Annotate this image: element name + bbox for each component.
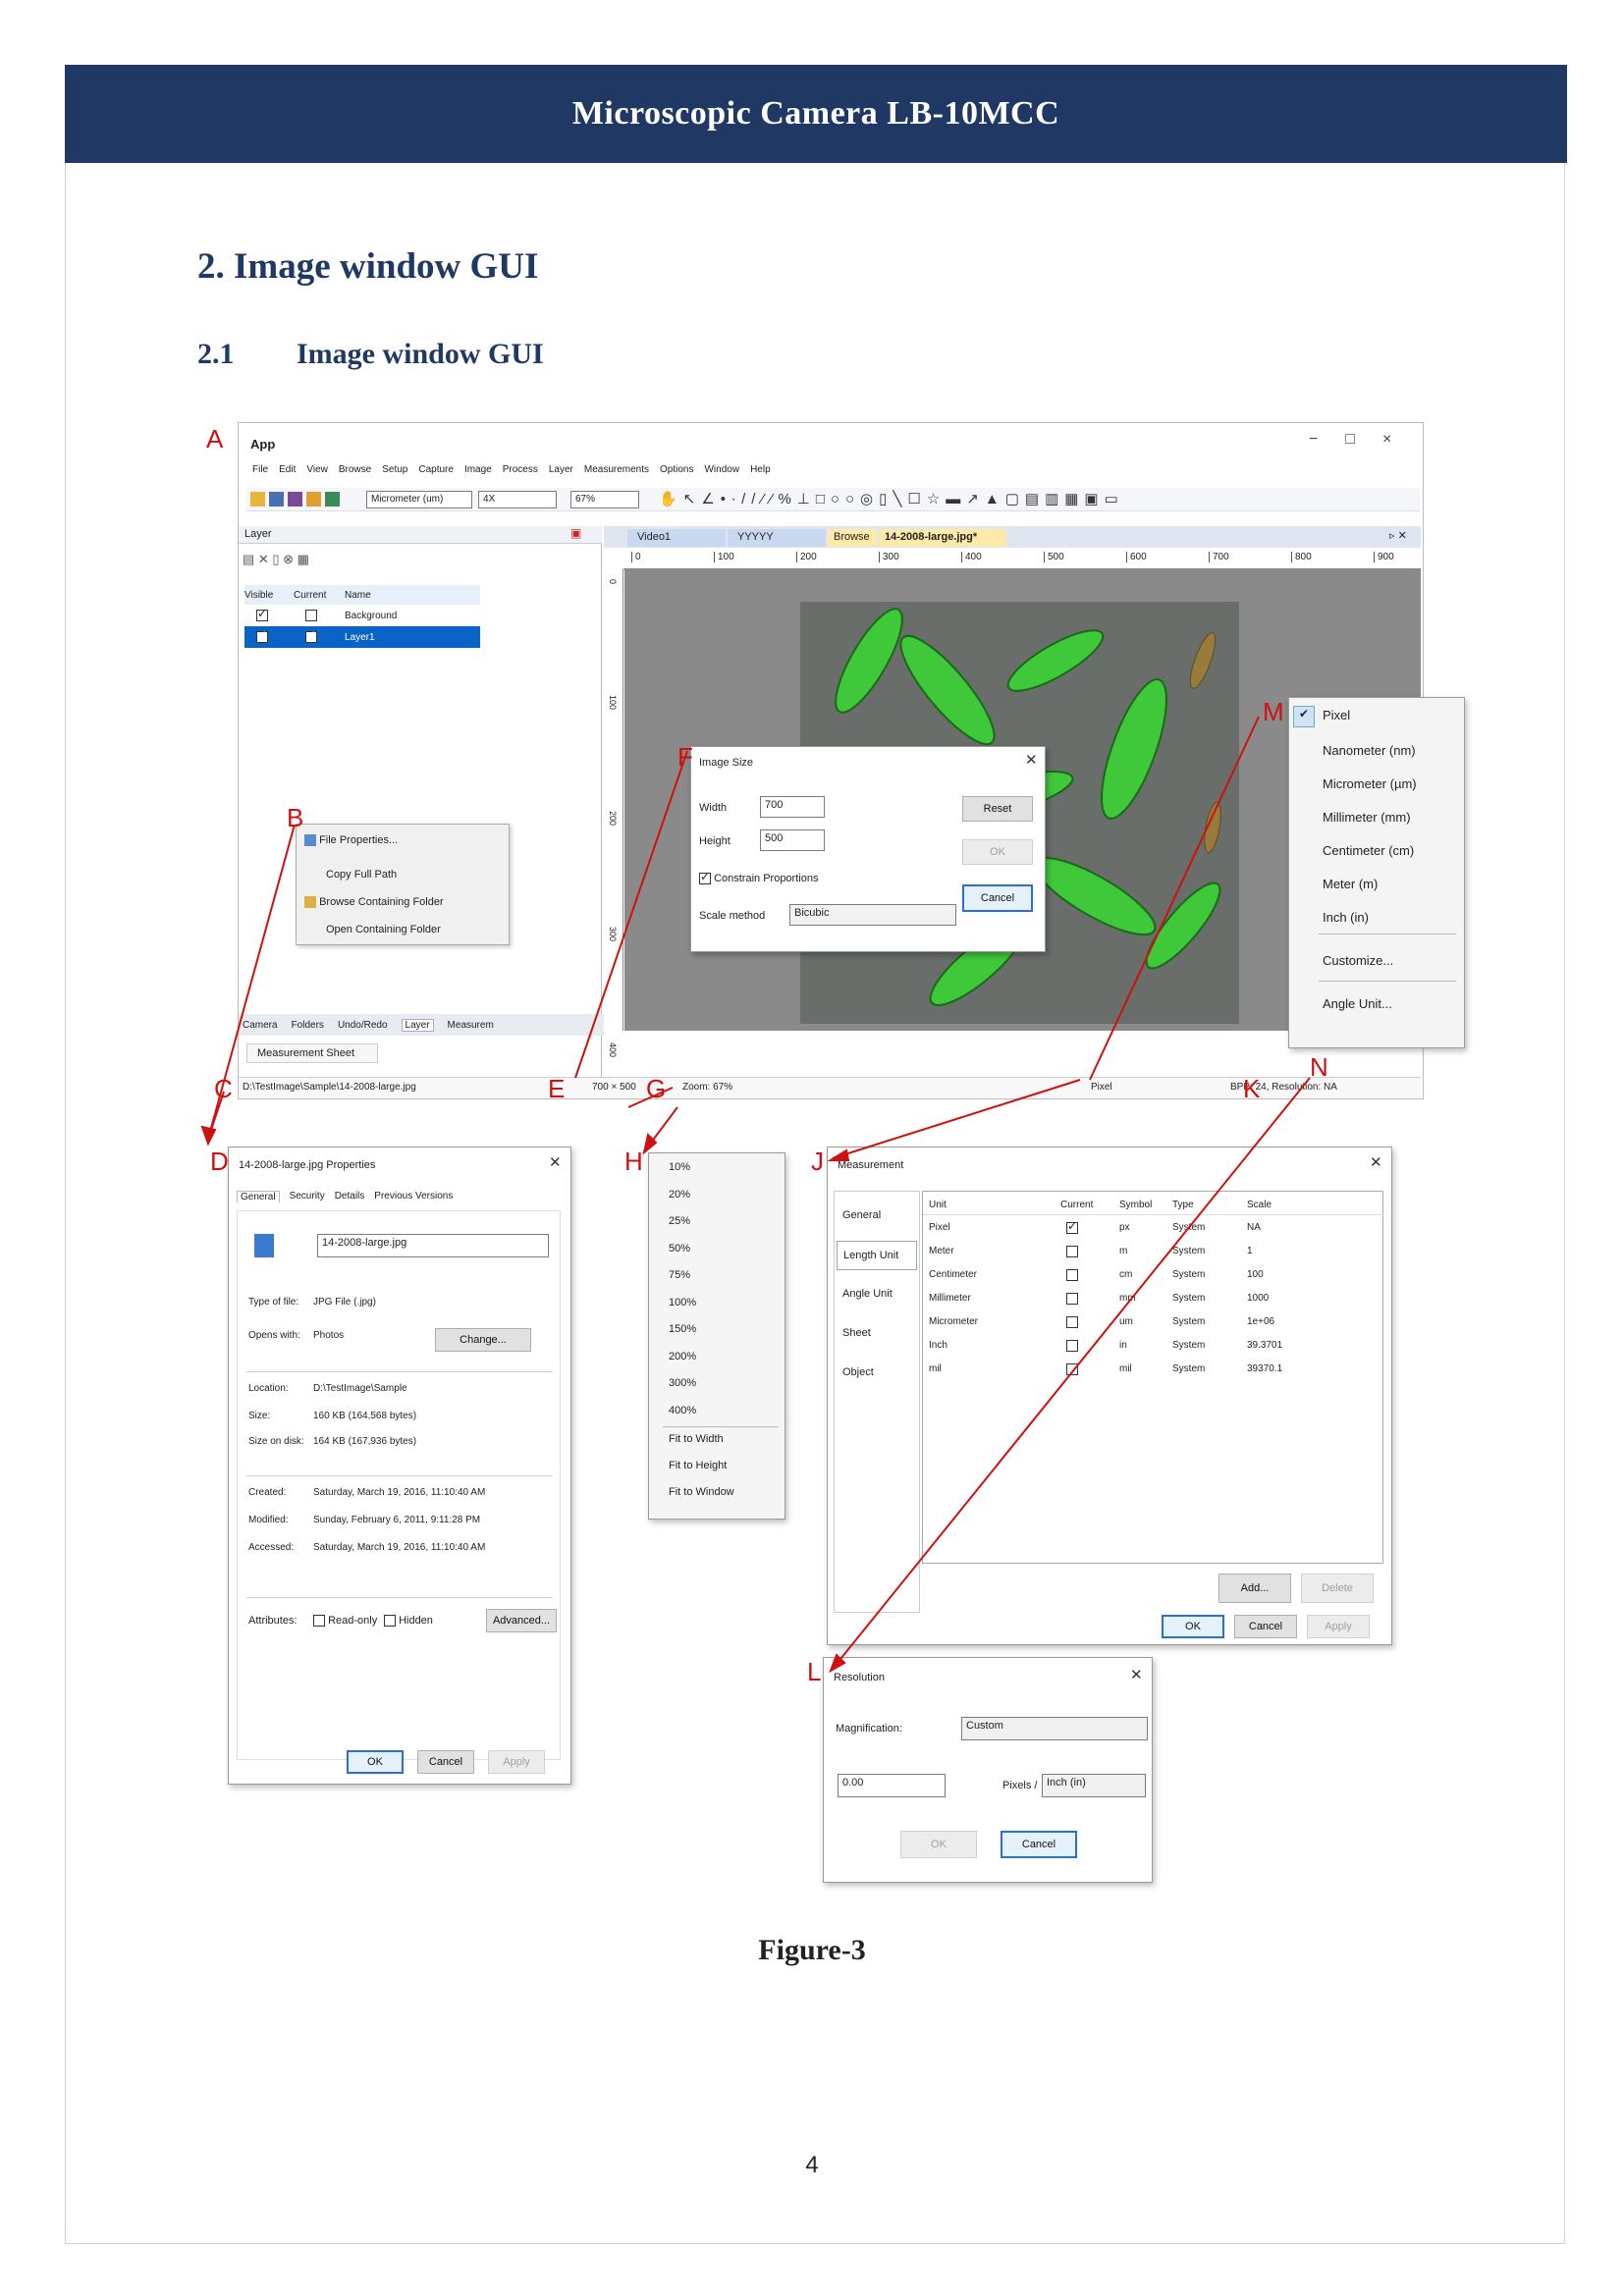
callout-line-m: [1089, 716, 1260, 1081]
page-number: 4: [805, 2152, 819, 2178]
label-m: M: [1263, 697, 1284, 726]
arrow-head: [827, 1148, 850, 1161]
label-f: F: [677, 742, 693, 772]
label-l: L: [807, 1657, 822, 1686]
callout-line-f: [574, 750, 688, 1079]
callout-line-n: [832, 1077, 1311, 1670]
label-j: J: [811, 1147, 824, 1176]
label-n: N: [1310, 1052, 1328, 1082]
label-g: G: [646, 1074, 667, 1103]
label-k: K: [1243, 1074, 1261, 1103]
label-e: E: [548, 1074, 566, 1103]
callout-line-j: [832, 1079, 1081, 1159]
label-h: H: [624, 1147, 643, 1176]
label-a: A: [206, 424, 224, 454]
label-c: C: [214, 1074, 233, 1103]
figure-caption: Figure-3: [758, 1934, 866, 1966]
label-d: D: [210, 1147, 229, 1176]
label-b: B: [287, 803, 304, 832]
